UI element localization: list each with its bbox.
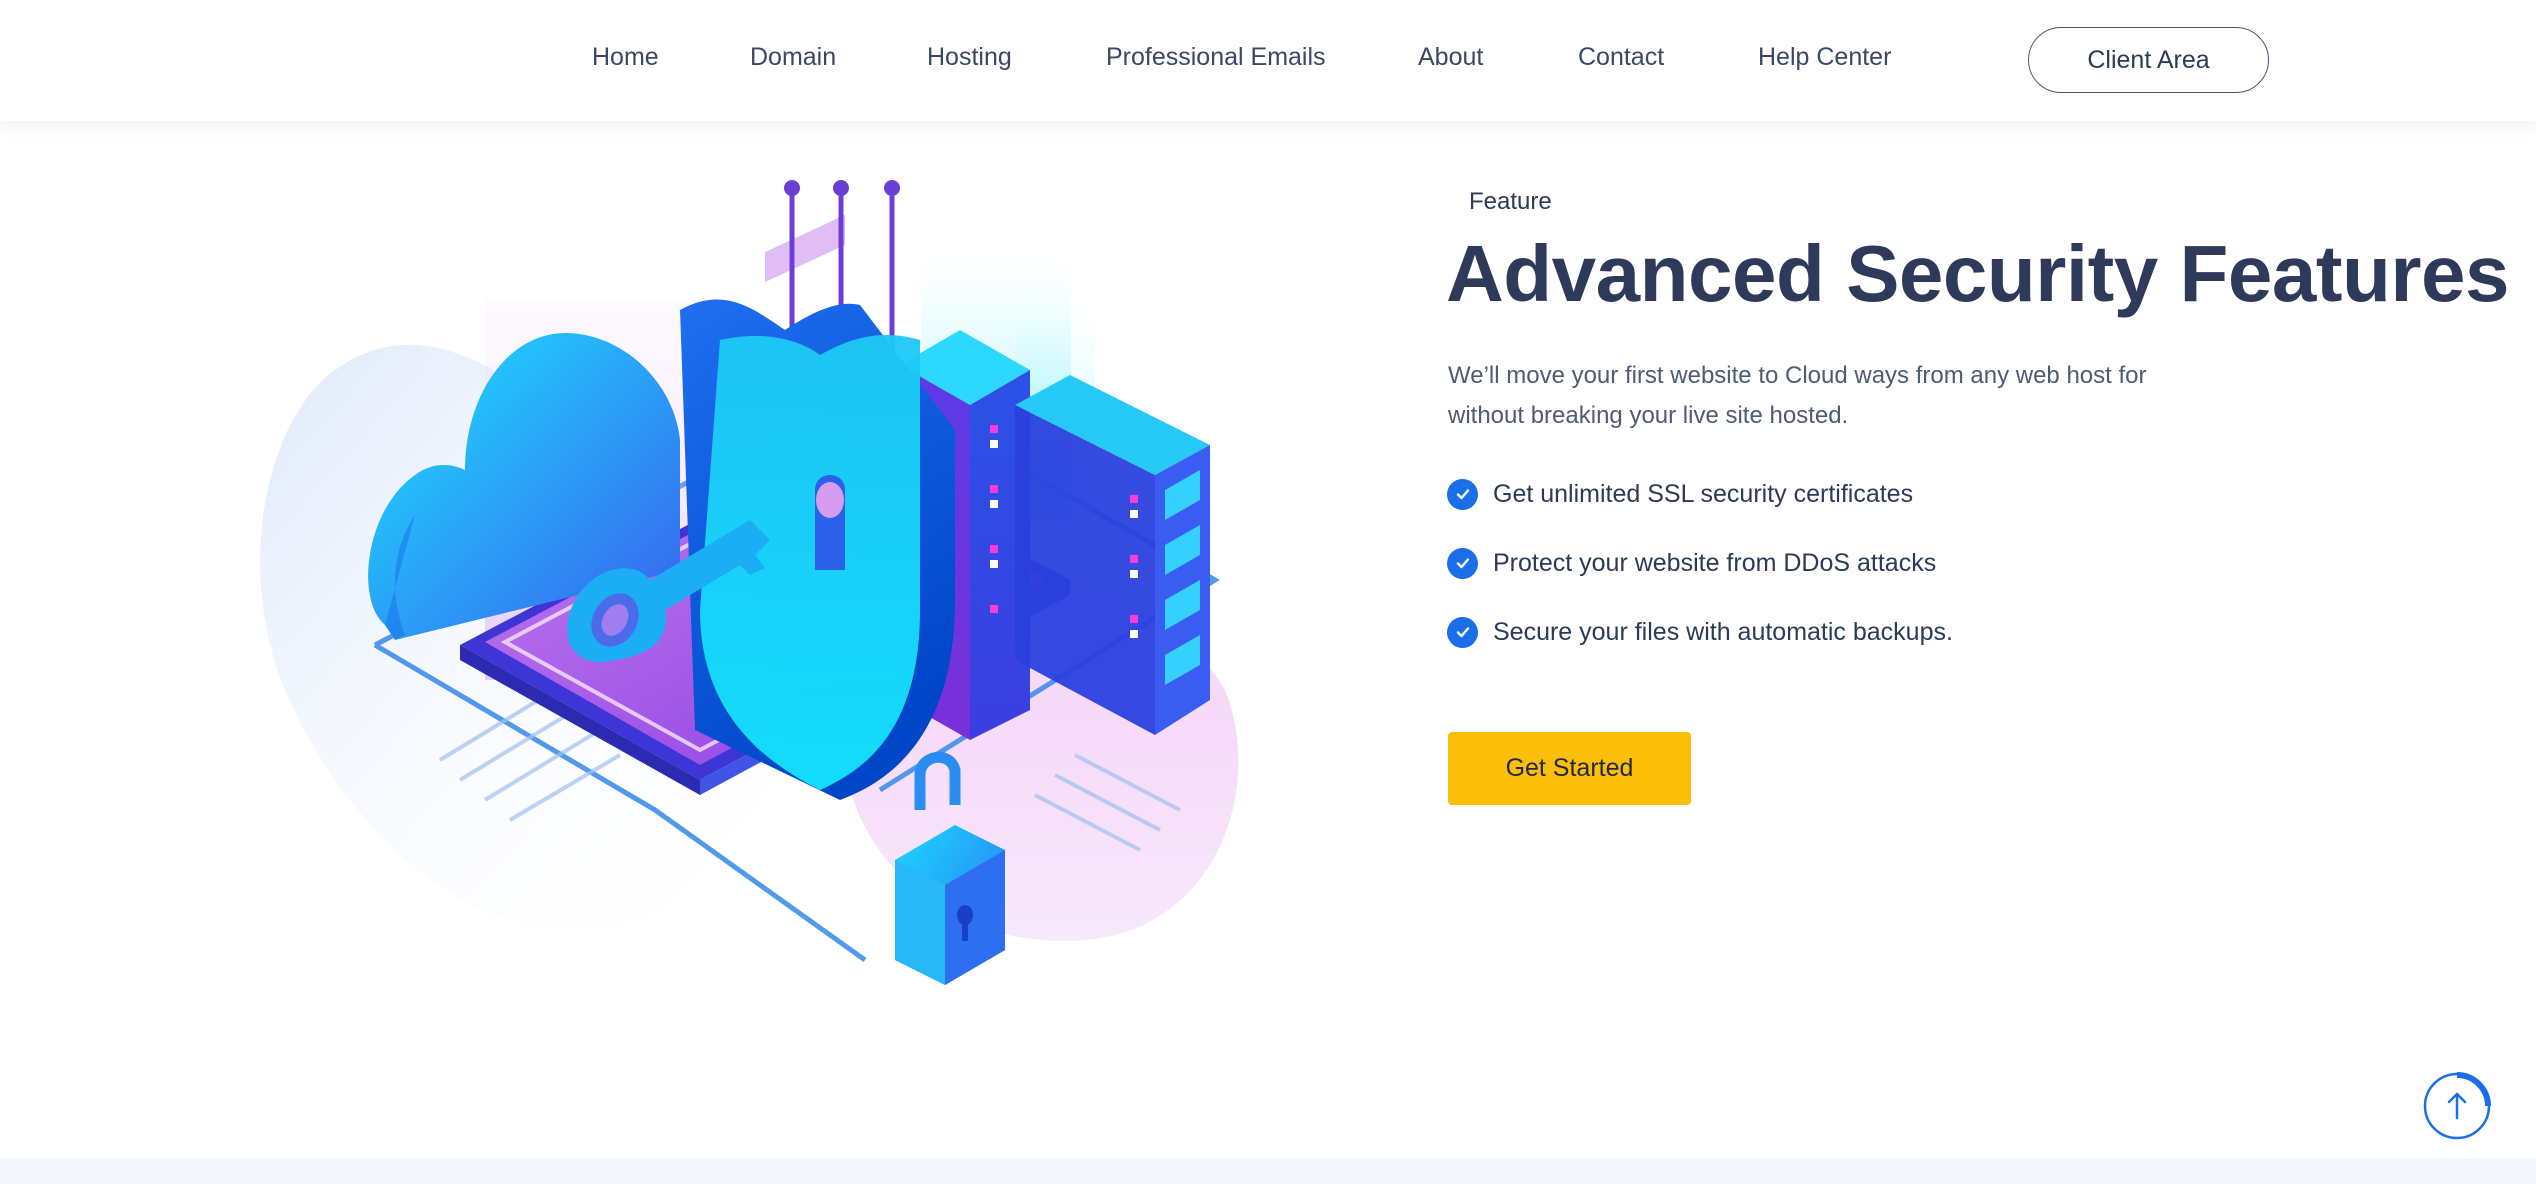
get-started-button[interactable]: Get Started — [1448, 732, 1691, 805]
security-illustration — [260, 180, 1239, 985]
nav-domain[interactable]: Domain — [750, 43, 836, 72]
list-item: Secure your files with automatic backups… — [1447, 616, 1953, 648]
section-eyebrow: Feature — [1469, 188, 1552, 215]
section-title: Advanced Security Features — [1446, 229, 2509, 318]
check-circle-icon — [1447, 616, 1478, 648]
section-description: We’ll move your first website to Cloud w… — [1448, 362, 2147, 429]
nav-hosting[interactable]: Hosting — [927, 43, 1012, 72]
nav-help-center[interactable]: Help Center — [1758, 43, 1891, 72]
arrow-up-icon — [2423, 1072, 2491, 1140]
list-item: Protect your website from DDoS attacks — [1447, 547, 1953, 579]
list-item: Get unlimited SSL security certificates — [1447, 478, 1953, 510]
nav-home[interactable]: Home — [592, 43, 659, 72]
nav-about[interactable]: About — [1418, 43, 1483, 72]
client-area-button[interactable]: Client Area — [2028, 27, 2269, 93]
feature-text: Protect your website from DDoS attacks — [1493, 548, 1937, 577]
feature-text: Secure your files with automatic backups… — [1493, 617, 1953, 646]
main-nav: Home Domain Hosting Professional Emails … — [0, 0, 2536, 121]
scroll-to-top-button[interactable] — [2422, 1071, 2492, 1141]
nav-professional-emails[interactable]: Professional Emails — [1106, 43, 1326, 72]
check-circle-icon — [1447, 478, 1478, 510]
check-circle-icon — [1447, 547, 1478, 579]
site-header: Home Domain Hosting Professional Emails … — [0, 0, 2536, 121]
nav-contact[interactable]: Contact — [1578, 43, 1664, 72]
feature-text: Get unlimited SSL security certificates — [1493, 479, 1914, 508]
next-section-strip — [0, 1158, 2536, 1184]
feature-list: Get unlimited SSL security certificates … — [1447, 478, 1953, 685]
